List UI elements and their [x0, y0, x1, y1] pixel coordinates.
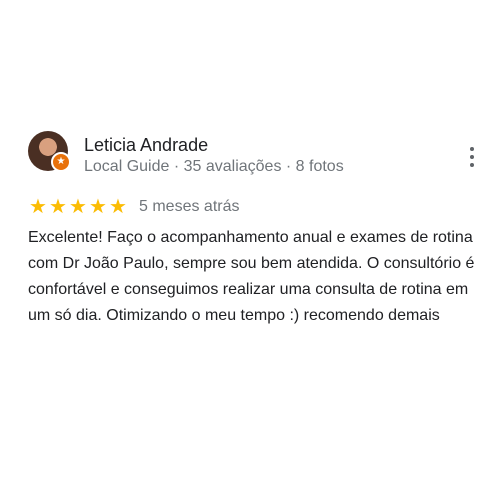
author-name[interactable]: Leticia Andrade [84, 134, 344, 156]
star-icon: ★ [29, 196, 47, 218]
star-icon: ★ [109, 196, 127, 218]
review-date: 5 meses atrás [139, 198, 240, 215]
star-rating: ★ ★ ★ ★ ★ [28, 197, 128, 217]
author-info: Leticia Andrade Local Guide · 35 avaliaç… [84, 131, 344, 177]
dot [470, 163, 474, 167]
star-icon: ★ [49, 196, 67, 218]
dot [470, 155, 474, 159]
rating-row: ★ ★ ★ ★ ★ 5 meses atrás [28, 197, 480, 217]
author-meta: Local Guide · 35 avaliações · 8 fotos [84, 158, 344, 175]
review-card: ★ Leticia Andrade Local Guide · 35 avali… [28, 131, 480, 329]
dot [470, 147, 474, 151]
star-icon: ★ [89, 196, 107, 218]
more-options-icon[interactable] [468, 147, 476, 167]
author-avatar-wrapper[interactable]: ★ [28, 131, 71, 172]
review-header: ★ Leticia Andrade Local Guide · 35 avali… [28, 131, 480, 179]
star-icon: ★ [69, 196, 87, 218]
review-text: Excelente! Faço o acompanhamento anual e… [28, 229, 475, 324]
local-guide-star-icon: ★ [51, 152, 71, 172]
